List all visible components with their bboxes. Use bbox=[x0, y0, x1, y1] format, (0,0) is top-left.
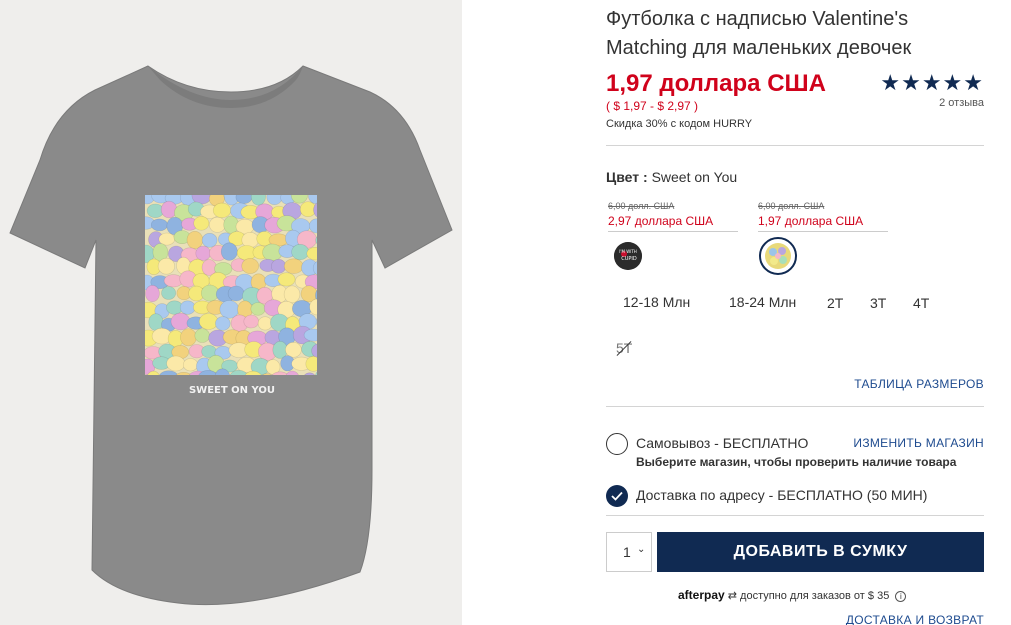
chevron-down-icon: ⌄ bbox=[637, 544, 646, 555]
svg-text:I'M WITH: I'M WITH bbox=[619, 249, 637, 254]
tshirt-illustration: SWEET ON YOU bbox=[9, 65, 453, 606]
pickup-subtext: Выберите магазин, чтобы проверить наличи… bbox=[636, 455, 957, 469]
quantity-select[interactable]: 1 ⌄ bbox=[606, 532, 652, 572]
size-option-18-24[interactable]: 18-24 Млн bbox=[729, 294, 796, 310]
shirt-print-text: SWEET ON YOU bbox=[189, 385, 275, 396]
divider bbox=[606, 515, 984, 516]
add-to-bag-button[interactable]: ДОБАВИТЬ В СУМКУ bbox=[657, 532, 984, 572]
checkmark-icon bbox=[611, 491, 623, 501]
pickup-radio[interactable] bbox=[606, 433, 628, 455]
swatch-candy-icon bbox=[765, 243, 791, 269]
delivery-label: Доставка по адресу - БЕСПЛАТНО (50 МИН) bbox=[636, 487, 928, 503]
product-title: Футболка с надписью Valentine's Matching… bbox=[606, 8, 912, 59]
swatch-price-1: 6,00 долл. США 2,97 доллара США bbox=[608, 199, 738, 232]
color-swatch-sweet-on-you[interactable] bbox=[759, 237, 797, 275]
divider bbox=[606, 406, 984, 407]
price-range: ( $ 1,97 - $ 2,97 ) bbox=[606, 99, 699, 113]
size-option-3t[interactable]: 3T bbox=[870, 295, 886, 311]
size-option-4t[interactable]: 4T bbox=[913, 295, 929, 311]
afterpay-arrows-icon: ⇄ bbox=[727, 590, 737, 602]
swatch-new-price: 1,97 доллара США bbox=[758, 214, 864, 228]
color-swatch-cupid[interactable]: I'M WITH CUPID bbox=[614, 242, 642, 270]
reviews-link[interactable]: 2 отзыва bbox=[939, 97, 984, 109]
swatch-old-price: 6,00 долл. США bbox=[758, 201, 825, 211]
swatch-new-price: 2,97 доллара США bbox=[608, 214, 714, 228]
pickup-label: Самовывоз - БЕСПЛАТНО bbox=[636, 435, 809, 451]
swatch-old-price: 6,00 долл. США bbox=[608, 201, 675, 211]
color-label: Цвет : bbox=[606, 169, 648, 185]
product-image[interactable]: SWEET ON YOU bbox=[0, 0, 462, 625]
color-selector-label: Цвет : Sweet on You bbox=[606, 169, 737, 185]
size-option-12-18[interactable]: 12-18 Млн bbox=[623, 294, 690, 310]
swatch-price-2: 6,00 долл. США 1,97 доллара США bbox=[758, 199, 888, 232]
afterpay-text: доступно для заказов от $ 35 bbox=[740, 590, 890, 602]
quantity-value: 1 bbox=[623, 544, 631, 560]
color-value: Sweet on You bbox=[651, 169, 738, 185]
afterpay-logo: afterpay bbox=[678, 588, 725, 602]
promo-text: Скидка 30% с кодом HURRY bbox=[606, 118, 753, 130]
current-price: 1,97 доллара США bbox=[606, 70, 826, 97]
size-option-5t-unavailable: 5T bbox=[616, 340, 633, 356]
afterpay-note: afterpay ⇄ доступно для заказов от $ 35 … bbox=[678, 588, 907, 602]
divider bbox=[606, 145, 984, 146]
info-icon[interactable]: i bbox=[895, 590, 907, 602]
swatch-cupid-icon: I'M WITH CUPID bbox=[614, 242, 642, 270]
svg-text:CUPID: CUPID bbox=[621, 256, 637, 262]
rating-stars-icon[interactable]: ★★★★★ bbox=[880, 70, 984, 96]
product-info: Футболка с надписью Valentine's Matching… bbox=[606, 0, 984, 625]
size-option-2t[interactable]: 2T bbox=[827, 295, 843, 311]
delivery-radio-checked[interactable] bbox=[606, 485, 628, 507]
shipping-returns-link[interactable]: ДОСТАВКА И ВОЗВРАТ bbox=[846, 613, 984, 625]
change-store-link[interactable]: ИЗМЕНИТЬ МАГАЗИН bbox=[853, 436, 984, 450]
size-chart-link[interactable]: ТАБЛИЦА РАЗМЕРОВ bbox=[854, 377, 984, 391]
